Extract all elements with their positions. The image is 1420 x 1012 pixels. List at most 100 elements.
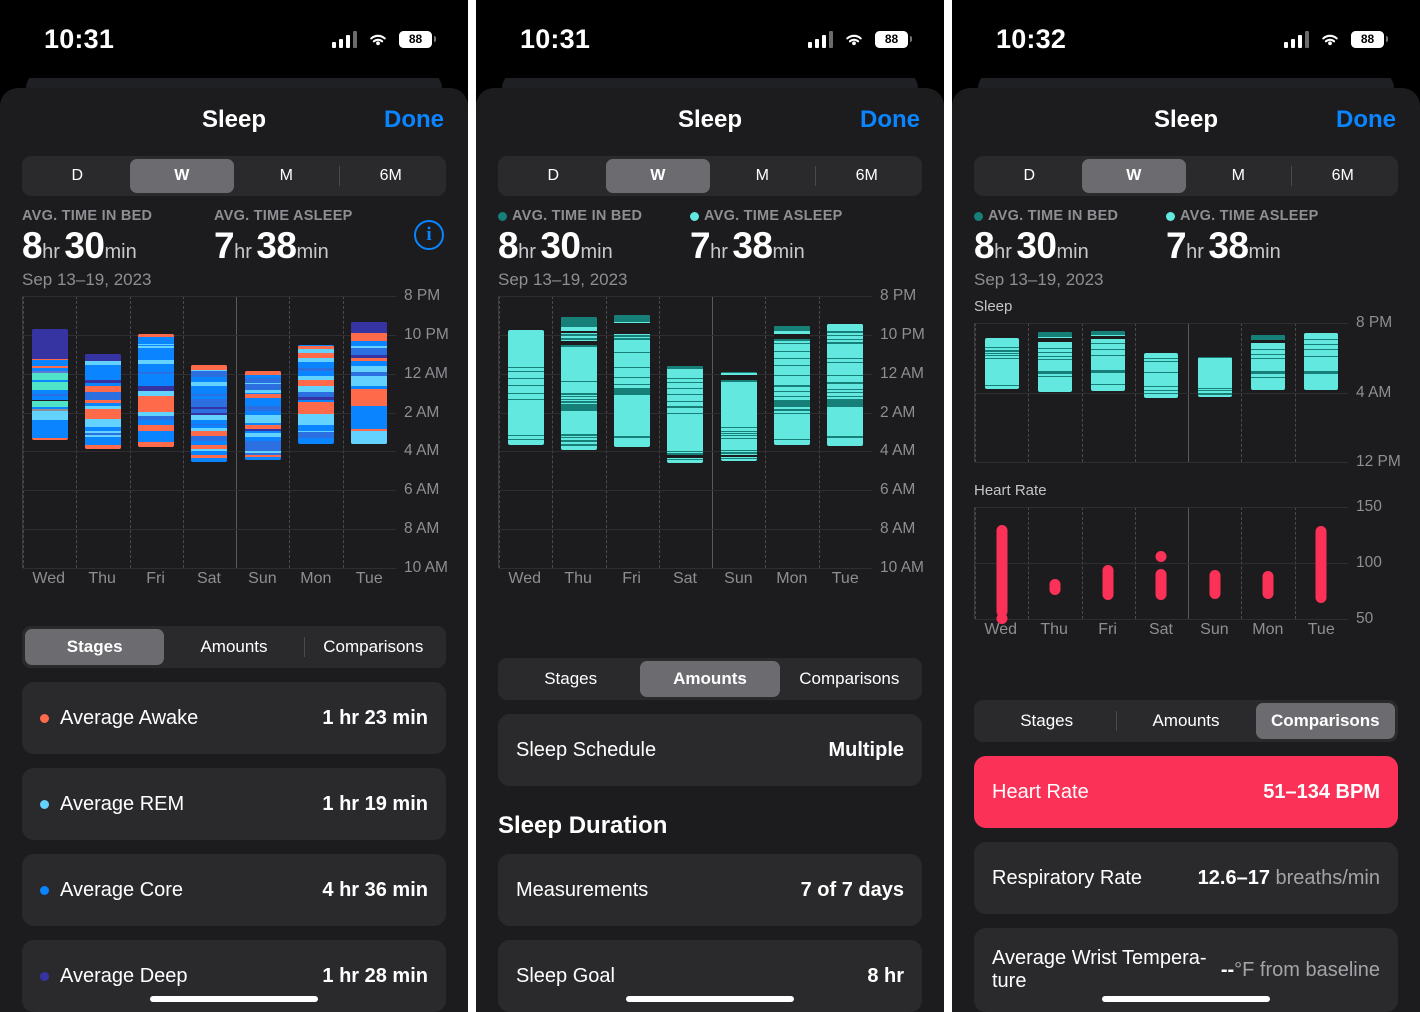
range-segment-m[interactable]: M (234, 159, 339, 193)
stat-time-in-bed-value: 8hr 30min (22, 225, 214, 267)
done-button[interactable]: Done (1336, 106, 1396, 134)
list-item-heart-rate[interactable]: Heart Rate 51–134 BPM (974, 756, 1398, 828)
sleep-amount-band (720, 457, 757, 459)
status-bar: 10:31 88 (476, 0, 944, 78)
sleep-amount-bar (667, 365, 704, 464)
chart-bar-column (552, 296, 605, 568)
row-label-text: Average Deep (60, 964, 188, 987)
list-item[interactable]: Measurements 7 of 7 days (498, 854, 922, 926)
sleep-amount-band (774, 399, 811, 407)
range-segmented-control[interactable]: D W M 6M (22, 156, 446, 196)
tab-comparisons[interactable]: Comparisons (1255, 703, 1395, 739)
chart-bar-column (1188, 507, 1241, 619)
tab-amounts[interactable]: Amounts (640, 661, 780, 697)
list-item[interactable]: Average Awake 1 hr 23 min (22, 682, 446, 754)
row-label: Heart Rate (992, 781, 1089, 804)
done-button[interactable]: Done (860, 106, 920, 134)
sleep-amount-band (720, 371, 757, 374)
range-segment-w[interactable]: W (605, 159, 710, 193)
sleep-amount-band (827, 388, 864, 390)
range-segment-6m[interactable]: 6M (1290, 159, 1396, 193)
heart-rate-range-bar (1262, 570, 1274, 599)
asleep-hours-unit: hr (234, 241, 252, 263)
range-segment-d[interactable]: D (501, 159, 606, 193)
list-item[interactable]: Sleep Schedule Multiple (498, 714, 922, 786)
list-item-respiratory-rate[interactable]: Respiratory Rate 12.6–17 breaths/min (974, 842, 1398, 914)
sleep-stage-band (31, 420, 68, 438)
range-segment-m[interactable]: M (710, 159, 815, 193)
sleep-amount-band (774, 374, 811, 376)
row-label-text: Respiratory Rate (992, 866, 1143, 889)
sleep-compact-bar (1037, 331, 1072, 392)
range-segment-m[interactable]: M (1186, 159, 1291, 193)
status-time: 10:31 (44, 23, 115, 54)
sleep-amount-band (614, 387, 651, 396)
sleep-amount-band (560, 398, 597, 401)
stat-time-asleep-value: 7hr 38min (690, 225, 843, 267)
sleep-amount-band (827, 338, 864, 341)
asleep-hours: 7 (1166, 225, 1187, 266)
wifi-icon (1319, 31, 1341, 48)
detail-tabs[interactable]: Stages Amounts Comparisons (22, 626, 446, 668)
stat-time-asleep: AVG. TIME ASLEEP 7hr 38min (690, 208, 843, 267)
screenshot-grid: 10:31 88 Sleep Done D W M 6M AVG. TIME I… (0, 0, 1420, 1012)
range-segmented-control[interactable]: D W M 6M (974, 156, 1398, 196)
done-button[interactable]: Done (384, 106, 444, 134)
stat-time-in-bed: AVG. TIME IN BED 8hr 30min (974, 208, 1166, 267)
detail-tabs[interactable]: Stages Amounts Comparisons (974, 700, 1398, 742)
stage-color-dot-rem (40, 799, 49, 809)
chart-bar-column (183, 296, 236, 568)
tab-comparisons[interactable]: Comparisons (780, 661, 919, 697)
chart-y-axis: 150 100 50 (1350, 498, 1416, 627)
info-icon[interactable]: i (414, 220, 444, 250)
detail-tabs[interactable]: Stages Amounts Comparisons (498, 658, 922, 700)
range-segment-6m[interactable]: 6M (338, 159, 444, 193)
tab-amounts[interactable]: Amounts (1116, 703, 1255, 739)
chart-y-tick-label: 10 PM (404, 325, 449, 343)
chart-x-tick-label: Thu (564, 570, 592, 587)
list-item[interactable]: Average REM 1 hr 19 min (22, 768, 446, 840)
chart-x-tick-label: Sun (724, 570, 753, 587)
list-item[interactable]: Average Core 4 hr 36 min (22, 854, 446, 926)
chart-y-tick-label: 8 AM (880, 520, 916, 538)
tab-comparisons[interactable]: Comparisons (303, 629, 443, 665)
tab-stages[interactable]: Stages (977, 703, 1116, 739)
sleep-amount-band (614, 366, 651, 368)
heart-rate-chart: 150 100 50 Wed Thu Fri Sat Sun Mon Tue (952, 498, 1420, 647)
range-segment-6m[interactable]: 6M (814, 159, 920, 193)
stat-time-in-bed-label: AVG. TIME IN BED (974, 208, 1166, 224)
stat-time-asleep-label: AVG. TIME ASLEEP (690, 208, 843, 224)
summary-stats: AVG. TIME IN BED 8hr 30min AVG. TIME ASL… (476, 196, 944, 267)
range-segmented-control[interactable]: D W M 6M (498, 156, 922, 196)
tab-amounts[interactable]: Amounts (164, 629, 303, 665)
section-heading: Sleep Duration (498, 812, 668, 839)
bed-minutes: 30 (64, 225, 105, 266)
range-segment-d[interactable]: D (25, 159, 130, 193)
row-value: 7 of 7 days (800, 878, 904, 901)
stage-color-dot-deep (40, 971, 49, 981)
sleep-compact-band (984, 358, 1019, 359)
sleep-amount-band (720, 437, 757, 440)
wifi-icon (367, 31, 389, 48)
chart-x-tick-label: Wed (32, 570, 66, 587)
sleep-amount-band (827, 392, 864, 394)
battery-icon: 88 (1351, 30, 1388, 48)
chart-bar-column (659, 296, 712, 568)
chart-x-axis: Wed Thu Fri Sat Sun Mon Tue (22, 570, 396, 596)
chart-x-tick-label: Tue (1307, 621, 1335, 638)
chart-y-axis: 8 PM 4 AM 12 PM (1350, 314, 1416, 470)
sleep-amount-band (720, 450, 757, 452)
chart-bar-column (765, 296, 818, 568)
chart-y-axis: 8 PM 10 PM 12 AM 2 AM 4 AM 6 AM 8 AM 10 AM (398, 287, 464, 576)
range-segment-w[interactable]: W (129, 159, 234, 193)
chart-bar-column (1295, 507, 1348, 619)
bed-hours-unit: hr (42, 241, 60, 263)
tab-stages[interactable]: Stages (501, 661, 640, 697)
sleep-compact-band (1251, 376, 1286, 378)
range-segment-w[interactable]: W (1081, 159, 1186, 193)
range-segment-d[interactable]: D (977, 159, 1082, 193)
sleep-stage-band (138, 352, 175, 361)
sleep-amount-band (667, 405, 704, 408)
sleep-compact-band (1144, 386, 1179, 387)
tab-stages[interactable]: Stages (25, 629, 165, 665)
